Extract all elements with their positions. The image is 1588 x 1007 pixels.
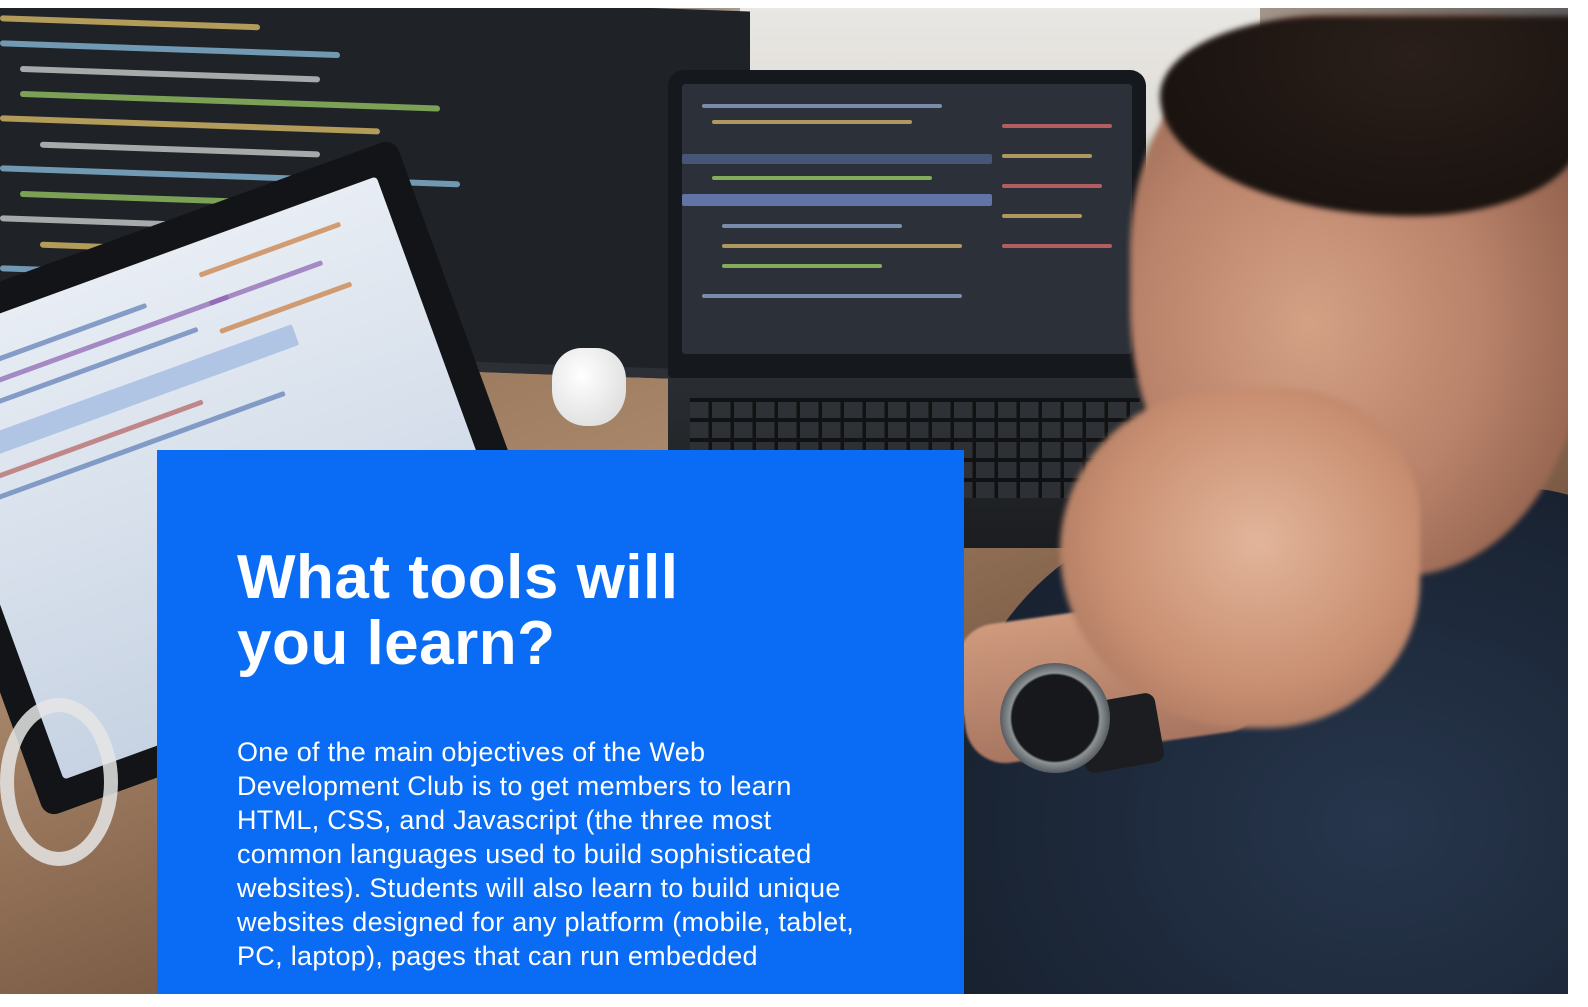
code-line: [0, 15, 260, 31]
code-line: [1002, 244, 1112, 248]
code-line: [682, 154, 992, 164]
code-line: [722, 224, 902, 228]
section-title: What tools will you learn?: [237, 543, 679, 678]
code-line: [722, 244, 962, 248]
code-line: [1002, 124, 1112, 128]
code-line: [1002, 154, 1092, 158]
code-line: [722, 264, 882, 268]
code-line: [712, 176, 932, 180]
headphones: [0, 698, 118, 866]
code-line: [702, 104, 942, 108]
wristwatch: [1000, 663, 1110, 773]
bottom-margin: [0, 994, 1588, 1007]
right-laptop: [668, 70, 1146, 378]
code-line: [0, 115, 380, 135]
info-card: What tools will you learn? One of the ma…: [157, 450, 964, 1007]
code-line: [682, 194, 992, 206]
page: What tools will you learn? One of the ma…: [0, 0, 1588, 1007]
code-line: [1002, 184, 1102, 188]
computer-mouse: [552, 348, 626, 426]
code-line: [20, 65, 320, 83]
section-body: One of the main objectives of the Web De…: [237, 737, 855, 971]
code-line: [20, 90, 440, 112]
code-line: [702, 294, 962, 298]
code-line: [1002, 214, 1082, 218]
code-line: [0, 40, 340, 59]
code-line: [712, 120, 912, 124]
right-laptop-screen: [682, 84, 1132, 354]
code-line: [198, 221, 342, 278]
code-line: [40, 141, 320, 158]
